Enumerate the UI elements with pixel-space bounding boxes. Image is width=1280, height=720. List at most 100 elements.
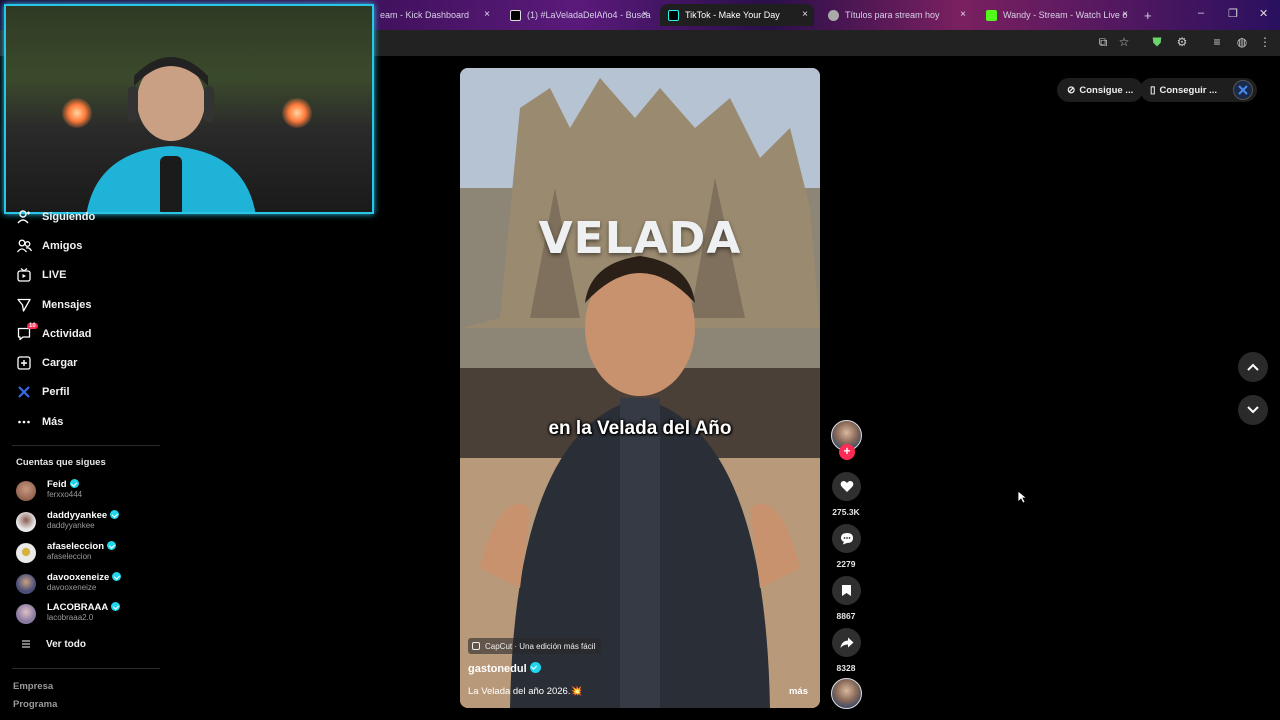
heart-icon bbox=[840, 481, 853, 492]
sound-avatar[interactable] bbox=[831, 678, 862, 709]
lamp-light bbox=[282, 98, 312, 128]
account-name: daddyyankee bbox=[47, 510, 120, 521]
sidebar-item-label: LIVE bbox=[42, 269, 67, 281]
activity-icon: 10 bbox=[16, 323, 38, 342]
tab-label: Títulos para stream hoy bbox=[845, 10, 940, 20]
sidebar-item-cargar[interactable]: Cargar bbox=[16, 352, 77, 374]
footer-link-programa[interactable]: Programa bbox=[13, 699, 57, 710]
sidebar-item-label: Perfil bbox=[42, 386, 70, 398]
video-frame-illustration bbox=[460, 68, 820, 708]
close-window-button[interactable]: ✕ bbox=[1259, 7, 1268, 20]
verified-badge-icon bbox=[529, 662, 541, 673]
profile-avatar-icon[interactable]: ◍ bbox=[1235, 35, 1249, 49]
activity-badge: 10 bbox=[27, 323, 38, 329]
get-coins-button[interactable]: ⊘ Consigue ... bbox=[1057, 78, 1144, 102]
sidebar-divider bbox=[12, 445, 160, 446]
tab-kick-stream[interactable]: Wandy - Stream - Watch Live o × bbox=[978, 4, 1134, 26]
see-all-following-button[interactable]: Ver todo bbox=[16, 633, 86, 655]
save-button[interactable] bbox=[832, 576, 861, 605]
tab-close-icon[interactable]: × bbox=[484, 9, 490, 20]
account-name: Feid bbox=[47, 479, 79, 490]
browser-menu-icon[interactable]: ⋮ bbox=[1258, 35, 1272, 49]
media-control-icon[interactable]: ≡ bbox=[1210, 35, 1224, 49]
tab-label: (1) #LaVeladaDelAño4 - Busca bbox=[527, 10, 651, 20]
tab-close-icon[interactable]: × bbox=[960, 9, 966, 20]
minimize-button[interactable]: – bbox=[1198, 7, 1204, 19]
sidebar-item-mensajes[interactable]: Mensajes bbox=[16, 294, 92, 316]
chevron-down-icon bbox=[1247, 406, 1259, 414]
more-icon bbox=[16, 414, 32, 430]
tab-label: Wandy - Stream - Watch Live o bbox=[1003, 10, 1128, 20]
sidebar-item-live[interactable]: LIVE bbox=[16, 264, 66, 286]
following-account-lacobraaa[interactable]: LACOBRAAA lacobraaa2.0 bbox=[16, 602, 156, 628]
list-icon bbox=[18, 636, 34, 652]
verified-badge-icon bbox=[110, 510, 120, 519]
shield-extension-icon[interactable]: ⛊ bbox=[1150, 35, 1164, 49]
capcut-tag[interactable]: CapCut · Una edición más fácil bbox=[468, 638, 602, 654]
footer-link-empresa[interactable]: Empresa bbox=[13, 681, 53, 692]
account-name: davooxeneize bbox=[47, 572, 122, 583]
new-tab-button[interactable]: + bbox=[1136, 4, 1156, 26]
bookmark-star-icon[interactable]: ☆ bbox=[1117, 35, 1131, 49]
tab-close-icon[interactable]: × bbox=[802, 9, 808, 20]
tab-kick-dashboard[interactable]: eam - Kick Dashboard × bbox=[372, 4, 496, 26]
webcam-overlay bbox=[4, 4, 374, 214]
follow-plus-icon[interactable]: + bbox=[839, 444, 855, 460]
user-avatar[interactable] bbox=[1233, 80, 1253, 100]
share-button[interactable] bbox=[832, 628, 861, 657]
sidebar-item-siguiendo[interactable]: Siguiendo bbox=[16, 206, 95, 228]
tiktok-logo-icon bbox=[668, 9, 679, 21]
video-player[interactable]: VELADA en la Velada del Año CapCut · Una… bbox=[460, 68, 820, 708]
share-count: 8328 bbox=[836, 663, 856, 673]
chevron-up-icon bbox=[1247, 363, 1259, 371]
following-account-davooxeneize[interactable]: davooxeneize davooxeneize bbox=[16, 572, 156, 598]
sidebar-divider bbox=[12, 668, 160, 669]
install-app-icon[interactable]: ⧉ bbox=[1096, 35, 1110, 49]
sidebar-item-label: Mensajes bbox=[42, 299, 92, 311]
following-account-daddyyankee[interactable]: daddyyankee daddyyankee bbox=[16, 510, 156, 536]
comment-button[interactable] bbox=[832, 524, 861, 553]
sidebar-item-actividad[interactable]: 10 Actividad bbox=[16, 323, 92, 345]
maximize-button[interactable]: ❐ bbox=[1228, 7, 1238, 20]
previous-video-button[interactable] bbox=[1238, 352, 1268, 382]
account-handle: lacobraaa2.0 bbox=[47, 613, 94, 622]
avatar bbox=[16, 512, 36, 532]
account-handle: daddyyankee bbox=[47, 521, 95, 530]
following-section-title: Cuentas que sigues bbox=[16, 457, 106, 468]
like-button[interactable] bbox=[832, 472, 861, 501]
share-icon bbox=[840, 637, 853, 648]
sidebar-item-amigos[interactable]: Amigos bbox=[16, 235, 82, 257]
live-icon bbox=[16, 267, 32, 283]
messages-icon bbox=[16, 297, 32, 313]
bookmark-icon bbox=[842, 585, 851, 596]
tab-twitter-search[interactable]: (1) #LaVeladaDelAño4 - Busca × bbox=[502, 4, 654, 26]
verified-badge-icon bbox=[111, 602, 121, 611]
mouse-cursor-icon bbox=[1017, 490, 1027, 504]
upload-icon bbox=[16, 355, 32, 371]
tab-tiktok[interactable]: TikTok - Make Your Day × bbox=[660, 4, 814, 26]
video-author[interactable]: gastonedul bbox=[468, 662, 541, 675]
extensions-icon[interactable]: ⚙ bbox=[1175, 35, 1189, 49]
next-video-button[interactable] bbox=[1238, 395, 1268, 425]
video-caption: en la Velada del Año bbox=[548, 418, 732, 439]
like-count: 275.3K bbox=[832, 507, 860, 517]
tab-titulos-stream[interactable]: Títulos para stream hoy × bbox=[820, 4, 972, 26]
following-account-feid[interactable]: Feid ferxxo444 bbox=[16, 479, 156, 505]
avatar bbox=[16, 543, 36, 563]
sidebar-item-label: Más bbox=[42, 416, 64, 428]
sidebar-item-label: Amigos bbox=[42, 240, 83, 252]
following-account-afaseleccion[interactable]: afaseleccion afaseleccion bbox=[16, 541, 156, 567]
profile-icon bbox=[16, 384, 32, 400]
sidebar-item-mas[interactable]: Más bbox=[16, 411, 63, 433]
tab-close-icon[interactable]: × bbox=[642, 9, 648, 20]
profile-logo-icon bbox=[1238, 85, 1248, 95]
avatar bbox=[16, 574, 36, 594]
verified-badge-icon bbox=[112, 572, 122, 581]
tab-label: eam - Kick Dashboard bbox=[380, 10, 470, 20]
tab-close-icon[interactable]: × bbox=[1122, 9, 1128, 20]
avatar bbox=[16, 604, 36, 624]
sidebar-item-label: Actividad bbox=[42, 328, 92, 340]
see-all-label: Ver todo bbox=[46, 638, 87, 650]
sidebar-item-perfil[interactable]: Perfil bbox=[16, 381, 70, 403]
description-more-button[interactable]: más bbox=[789, 686, 808, 697]
